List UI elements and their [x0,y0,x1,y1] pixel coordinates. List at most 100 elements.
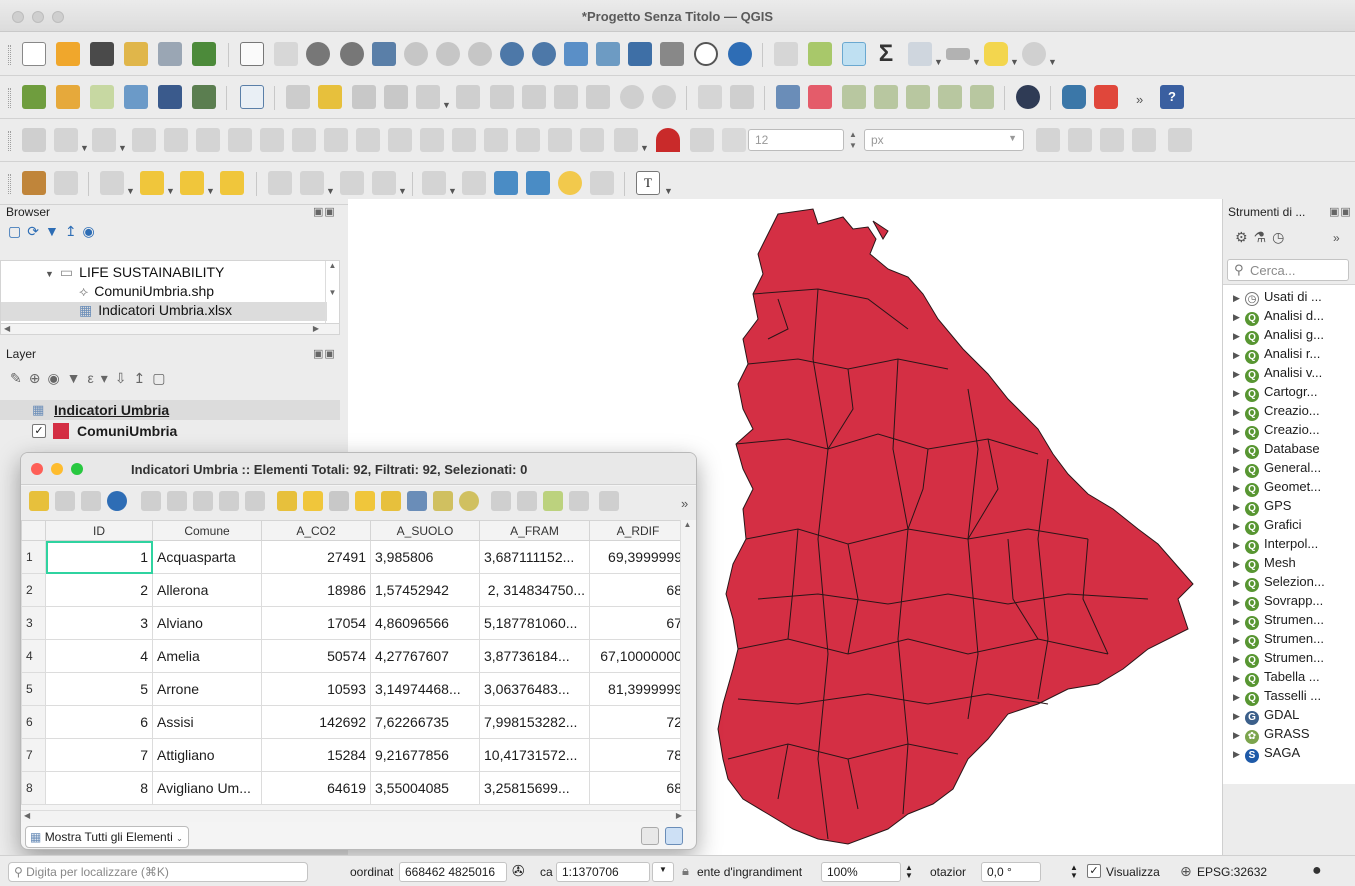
table-cell-fram[interactable]: 10,41731572... [479,738,590,772]
expand-arrow-icon[interactable]: ▶ [1233,559,1245,570]
zoom-in-icon[interactable] [306,42,330,66]
split-line-icon[interactable] [1132,128,1156,152]
reverse-line-icon[interactable] [420,128,444,152]
locator-icon[interactable] [1022,42,1046,66]
table-cell-co2[interactable]: 50574 [261,639,371,673]
paste-cells-icon[interactable] [517,491,537,511]
processing-item[interactable]: ▶ S SAGA [1233,745,1300,764]
attribute-table[interactable]: ID Comune A_CO2 A_SUOLO A_FRAM A_RDIF 11… [21,520,687,805]
split-parts-icon[interactable] [516,128,540,152]
font-size-stepper[interactable]: ▲ ▼ [846,129,860,151]
processing-item[interactable]: ▶ Q Analisi v... [1233,365,1322,384]
filter-selection-icon[interactable] [381,491,401,511]
row-number[interactable]: 4 [21,639,46,673]
processing-item[interactable]: ▶ ◷ Usati di ... [1233,289,1322,308]
measure-icon[interactable] [946,48,970,60]
pan-map-icon[interactable] [240,42,264,66]
label-show-icon[interactable] [776,85,800,109]
save-edits-icon[interactable] [81,491,101,511]
table-cell-comune[interactable]: Acquasparta [152,540,262,574]
processing-item[interactable]: ▶ Q Analisi d... [1233,308,1324,327]
copy-features-icon[interactable] [554,85,578,109]
layers-toolbar[interactable]: ✎⊕◉▼ε▾⇩↥▢ [10,370,250,390]
temporal-controller-icon[interactable] [660,42,684,66]
column-header[interactable]: A_FRAM [479,520,590,541]
magnifier-stepper[interactable]: ▲ ▼ [905,864,913,880]
tracing-icon[interactable] [690,128,714,152]
column-header[interactable]: ID [45,520,153,541]
python-icon[interactable] [1062,85,1086,109]
modify-attributes-icon[interactable] [456,85,480,109]
processing-item[interactable]: ▶ Q Database [1233,441,1320,460]
row-number[interactable]: 3 [21,606,46,640]
font-size-input[interactable]: 12 [748,129,844,151]
table-cell-comune[interactable]: Assisi [152,705,262,739]
processing-item[interactable]: ▶ Q Strumen... [1233,650,1324,669]
field-calc-icon[interactable] [268,171,292,195]
merge-features-icon[interactable] [548,128,572,152]
table-cell-id[interactable]: 2 [45,573,153,607]
coordinate-input[interactable]: 668462 4825016 [399,862,507,882]
column-header[interactable]: A_CO2 [261,520,371,541]
processing-item[interactable]: ▶ Q Tabella ... [1233,669,1320,688]
processing-item[interactable]: ▶ Q General... [1233,460,1321,479]
unit-select[interactable]: px ▼ [864,129,1024,151]
browser-item-folder[interactable]: ▼ ▭ LIFE SUSTAINABILITY [45,264,224,283]
expand-arrow-icon[interactable]: ▶ [1233,540,1245,551]
label-change-icon[interactable] [906,85,930,109]
table-cell-suolo[interactable]: 7,62266735 [370,705,480,739]
merge-attributes-icon[interactable] [580,128,604,152]
rotation-stepper[interactable]: ▲ ▼ [1070,864,1078,880]
paste-features-icon[interactable] [586,85,610,109]
add-vector-layer-icon[interactable] [56,85,80,109]
label-props-icon[interactable] [970,85,994,109]
polygon-annotation-icon[interactable] [494,171,518,195]
save-project-icon[interactable] [90,42,114,66]
table-cell-comune[interactable]: Attigliano [152,738,262,772]
table-cell-suolo[interactable]: 3,55004085 [370,771,480,805]
multi-edit-icon[interactable] [55,491,75,511]
table-cell-rdif[interactable]: 69,3999999 [589,540,687,574]
new-map-view-icon[interactable] [564,42,588,66]
snapping-magnet-icon[interactable] [656,128,680,152]
add-part-icon[interactable] [228,128,252,152]
statistics-icon[interactable] [300,171,324,195]
column-header[interactable]: Comune [152,520,262,541]
row-number[interactable]: 5 [21,672,46,706]
processing-toolbar[interactable]: ⚙⚗◷ [1235,229,1335,249]
processing-item[interactable]: ▶ Q Strumen... [1233,631,1324,650]
table-row[interactable]: 6 6 Assisi 142692 7,62266735 7,998153282... 72 [21,705,687,739]
row-number[interactable]: 7 [21,738,46,772]
shape-tools-icon[interactable] [1168,128,1192,152]
expand-arrow-icon[interactable]: ▶ [1233,369,1245,380]
label-rotate-icon[interactable] [874,85,898,109]
paste-icon[interactable] [245,491,265,511]
advanced-digitizing-icon[interactable] [22,128,46,152]
expand-arrow-icon[interactable]: ▶ [1233,635,1245,646]
delete-feature-icon[interactable] [167,491,187,511]
add-feature-icon[interactable] [141,491,161,511]
row-number[interactable]: 1 [21,540,46,574]
table-row[interactable]: 4 4 Amelia 50574 4,27767607 3,87736184... 67,1… [21,639,687,673]
locator-search-input[interactable]: ⚲ Digita per localizzare (⌘K) [8,862,308,882]
processing-more-icon[interactable]: » [1333,231,1340,245]
label-move-icon[interactable] [842,85,866,109]
statistical-summary-icon[interactable]: Σ [874,42,898,66]
layer-item-comuni[interactable]: ✓ ComuniUmbria [0,421,340,441]
processing-item[interactable]: ▶ Q Selezion... [1233,574,1325,593]
globe-icon[interactable]: ⊕ [1180,863,1192,880]
scale-input[interactable]: 1:1370706 [556,862,650,882]
show-all-features-button[interactable]: ▦ Mostra Tutti gli Elementi ⌄ [25,826,189,848]
row-number[interactable]: 8 [21,771,46,805]
invert-selection-icon[interactable] [329,491,349,511]
delete-part-icon[interactable] [324,128,348,152]
layout-manager-icon[interactable] [158,42,182,66]
table-row[interactable]: 7 7 Attigliano 15284 9,21677856 10,41731572..… [21,738,687,772]
map-tips-icon[interactable] [984,42,1008,66]
processing-item[interactable]: ▶ Q Strumen... [1233,612,1324,631]
table-vscrollbar[interactable]: ▲ [680,520,694,810]
browser-panel-buttons[interactable]: ▣▣ [313,205,336,218]
processing-item[interactable]: ▶ Q Creazio... [1233,422,1320,441]
select-features-icon[interactable] [100,171,124,195]
table-cell-fram[interactable]: 3,25815699... [479,771,590,805]
